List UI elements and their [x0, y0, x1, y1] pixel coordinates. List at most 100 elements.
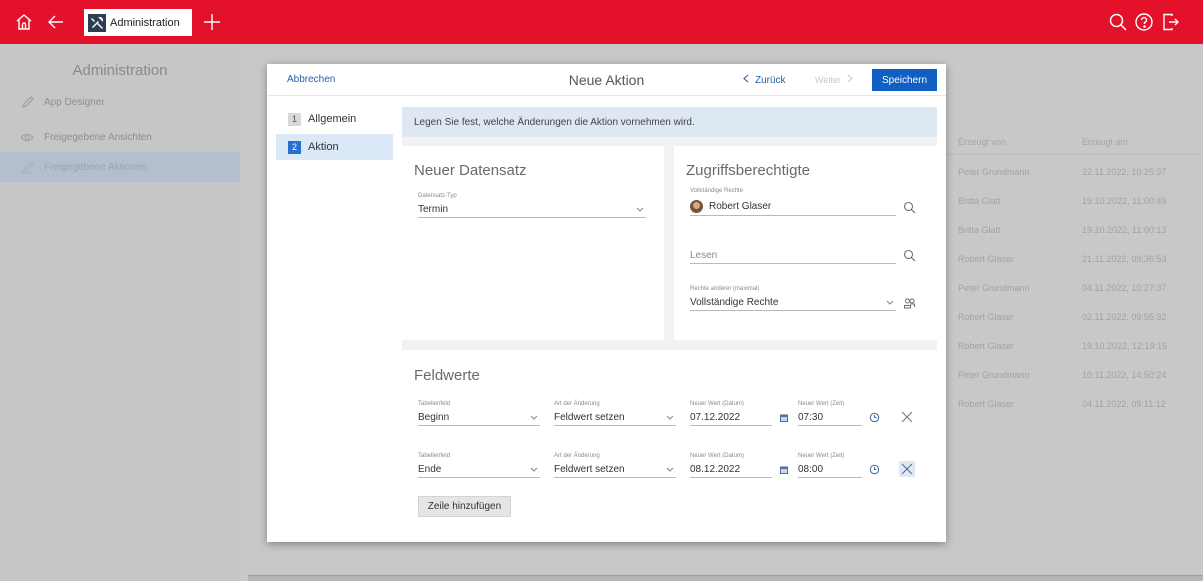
- date-input[interactable]: 07.12.2022: [690, 410, 772, 426]
- time-input[interactable]: 08:00: [798, 462, 862, 478]
- wizard-steps: 1 Allgemein 2 Aktion: [276, 106, 393, 160]
- sidebar-item-label: Freigegebene Ansichten: [44, 131, 152, 143]
- record-type-label: Datensatz-Typ: [418, 193, 457, 199]
- time-value: 08:00: [798, 464, 824, 475]
- chevron-right-icon: [847, 74, 853, 85]
- cell-created-by: Britta Glatt: [958, 225, 1001, 235]
- arrow-left-icon[interactable]: [44, 10, 68, 34]
- next-button[interactable]: Weiter: [815, 74, 853, 85]
- back-button[interactable]: Zurück: [743, 74, 786, 86]
- new-action-dialog: Abbrechen Neue Aktion Zurück Weiter Spei…: [267, 64, 946, 542]
- step-action[interactable]: 2 Aktion: [276, 134, 393, 160]
- header-divider: [946, 154, 1203, 155]
- change-type-select[interactable]: Feldwert setzen: [554, 410, 676, 426]
- table-row[interactable]: Peter Grundmann 04.11.2022, 10:27:37: [946, 274, 1203, 303]
- field-values-card: Feldwerte Tabellenfeld Beginn Art der Än…: [402, 350, 937, 537]
- read-placeholder: Lesen: [690, 250, 718, 261]
- step-number: 1: [288, 112, 301, 126]
- column-label-change: Art der Änderung: [554, 453, 600, 459]
- column-label-time: Neuer Wert (Zeit): [798, 453, 845, 459]
- cell-created-at: 19.10.2022, 12:19:16: [1082, 341, 1168, 351]
- clock-icon[interactable]: [867, 462, 881, 476]
- cell-created-at: 19.10.2022, 11:00:49: [1082, 196, 1167, 206]
- time-input[interactable]: 07:30: [798, 410, 862, 426]
- full-rights-field[interactable]: Robert Glaser: [690, 198, 896, 216]
- chevron-down-icon: [664, 415, 676, 420]
- save-button[interactable]: Speichern: [872, 69, 937, 91]
- sidebar-item-app-designer[interactable]: App Designer: [0, 87, 240, 117]
- home-icon[interactable]: [12, 10, 36, 34]
- cell-created-at: 21.11.2022, 09:36:53: [1082, 254, 1167, 264]
- date-input[interactable]: 08.12.2022: [690, 462, 772, 478]
- tab-label: Administration: [110, 16, 180, 29]
- search-icon[interactable]: [902, 200, 916, 214]
- action-icon: [20, 160, 34, 174]
- date-value: 07.12.2022: [690, 412, 741, 423]
- chevron-down-icon: [528, 415, 540, 420]
- table-row[interactable]: Britta Glatt 19.10.2022, 11:00:49: [946, 187, 1203, 216]
- next-label: Weiter: [815, 74, 841, 85]
- time-value: 07:30: [798, 412, 824, 423]
- read-field[interactable]: Lesen: [690, 248, 896, 264]
- sidebar-item-shared-views[interactable]: Freigegebene Ansichten: [0, 122, 240, 152]
- calendar-icon[interactable]: [777, 411, 791, 425]
- step-label: Aktion: [308, 141, 339, 153]
- help-icon[interactable]: [1132, 10, 1156, 34]
- full-rights-user: Robert Glaser: [709, 201, 772, 212]
- delete-row-icon[interactable]: [899, 409, 915, 425]
- access-card: Zugriffsberechtigte Vollständige Rechte …: [674, 146, 937, 340]
- step-number: 2: [288, 140, 301, 154]
- table-row[interactable]: Robert Glaser 19.10.2022, 12:19:16: [946, 332, 1203, 361]
- field-select[interactable]: Beginn: [418, 410, 540, 426]
- field-value: Ende: [418, 464, 442, 475]
- record-type-select[interactable]: Termin: [418, 202, 646, 218]
- delete-row-icon[interactable]: [899, 461, 915, 477]
- search-icon[interactable]: [1106, 10, 1130, 34]
- cell-created-at: 10.11.2022, 14:50:24: [1082, 370, 1167, 380]
- add-row-button[interactable]: Zeile hinzufügen: [418, 496, 511, 517]
- column-label-date: Neuer Wert (Datum): [690, 401, 744, 407]
- field-value: Beginn: [418, 412, 450, 423]
- horizontal-scrollbar[interactable]: [248, 575, 1203, 581]
- table-row[interactable]: Peter Grundmann 22.11.2022, 10:25:37: [946, 158, 1203, 187]
- date-value: 08.12.2022: [690, 464, 741, 475]
- sidebar-item-shared-actions[interactable]: Freigegebene Aktionen: [0, 152, 240, 182]
- table-row[interactable]: Robert Glaser 02.11.2022, 09:55:32: [946, 303, 1203, 332]
- cell-created-at: 02.11.2022, 09:55:32: [1082, 312, 1167, 322]
- back-label: Zurück: [755, 74, 786, 86]
- chevron-down-icon: [528, 467, 540, 472]
- cell-created-at: 04.11.2022, 10:27:37: [1082, 283, 1167, 293]
- column-label-time: Neuer Wert (Zeit): [798, 401, 845, 407]
- chevron-down-icon: [884, 300, 896, 305]
- group-icon[interactable]: [902, 296, 916, 310]
- step-general[interactable]: 1 Allgemein: [276, 106, 393, 132]
- chevron-down-icon: [634, 207, 646, 212]
- plus-icon[interactable]: [200, 10, 224, 34]
- cell-created-by: Peter Grundmann: [958, 167, 1030, 177]
- new-record-card: Neuer Datensatz Datensatz-Typ Termin: [402, 146, 664, 340]
- change-type-value: Feldwert setzen: [554, 464, 625, 475]
- table-row[interactable]: Robert Glaser 21.11.2022, 09:36:53: [946, 245, 1203, 274]
- cell-created-at: 22.11.2022, 10:25:37: [1082, 167, 1167, 177]
- cancel-button[interactable]: Abbrechen: [287, 74, 335, 85]
- tab-administration[interactable]: Administration: [84, 9, 192, 36]
- table-row[interactable]: Britta Glatt 19.10.2022, 11:00:13: [946, 216, 1203, 245]
- others-rights-select[interactable]: Vollständige Rechte: [690, 295, 896, 311]
- table-row[interactable]: Robert Glaser 04.11.2022, 09:11:12: [946, 390, 1203, 419]
- calendar-icon[interactable]: [777, 463, 791, 477]
- search-icon[interactable]: [902, 248, 916, 262]
- table-row[interactable]: Peter Grundmann 10.11.2022, 14:50:24: [946, 361, 1203, 390]
- cell-created-by: Britta Glatt: [958, 196, 1001, 206]
- cell-created-at: 19.10.2022, 11:00:13: [1082, 225, 1167, 235]
- field-select[interactable]: Ende: [418, 462, 540, 478]
- clock-icon[interactable]: [867, 410, 881, 424]
- step-label: Allgemein: [308, 113, 357, 125]
- cell-created-by: Robert Glaser: [958, 399, 1015, 409]
- others-rights-value: Vollständige Rechte: [690, 297, 779, 308]
- change-type-select[interactable]: Feldwert setzen: [554, 462, 676, 478]
- cell-created-by: Peter Grundmann: [958, 283, 1030, 293]
- column-label-field: Tabellenfeld: [418, 401, 451, 407]
- access-title: Zugriffsberechtigte: [686, 162, 810, 179]
- cell-created-by: Robert Glaser: [958, 341, 1015, 351]
- logout-icon[interactable]: [1158, 10, 1182, 34]
